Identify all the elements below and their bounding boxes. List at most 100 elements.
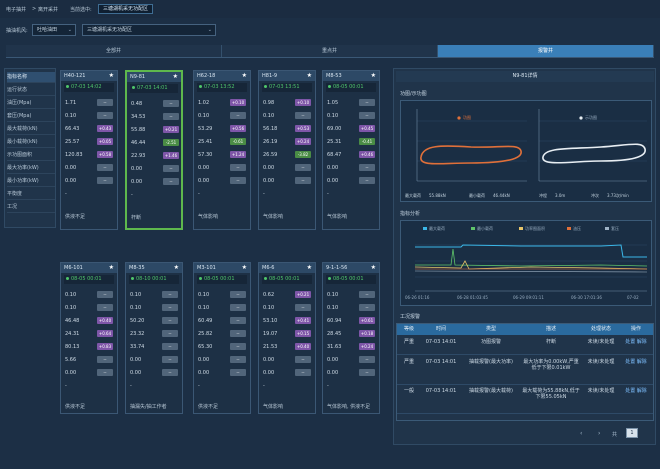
delta-badge: -- xyxy=(97,99,113,106)
chart-legend: 最小载荷 xyxy=(477,226,493,231)
well-condition: 气体影响 xyxy=(263,214,284,220)
star-icon[interactable]: ★ xyxy=(307,263,312,273)
delta-badge: +0.45 xyxy=(359,125,375,132)
alarm-table: 等级 时间 类型 描述 处理状态 操作 严重 07-03 14:01 功图报警 杆断未… xyxy=(396,323,654,421)
alarm-cell-type: 功图报警 xyxy=(480,339,501,345)
alarm-row[interactable]: 严重 07-03 14:01 功图报警 杆断 未读/未处理 处置 解除 xyxy=(397,337,653,355)
metric-value: 0.10 xyxy=(65,292,77,298)
x-tick-label: 06-30 17:01:36 xyxy=(571,295,602,300)
well-card[interactable]: H62-18 ★ 07-03 13:52 1.02 +0.10 0.10 -- 53.29 +0… xyxy=(193,70,251,230)
well-card[interactable]: H40-121 ★ 07-03 14:02 1.71 -- 0.10 -- 66.43 +0.4… xyxy=(60,70,118,230)
metric-value: 0.10 xyxy=(263,113,275,119)
metric-value: 69.00 xyxy=(327,126,342,132)
chart-legend: 套压 xyxy=(611,226,619,231)
delta-badge: -- xyxy=(162,291,178,298)
area-select[interactable]: 三塘湖机采无功配区 ⌄ xyxy=(82,24,216,36)
well-card-time: 08-05 00:01 xyxy=(197,275,247,284)
delta-badge: +0.21 xyxy=(163,126,179,133)
well-card[interactable]: M6-101 ★ 08-05 00:01 0.10 -- 0.10 -- 46.48 +0.40… xyxy=(60,262,118,414)
alarm-cell-desc: 最大载荷为55.88kN,低于下限55.05kN xyxy=(522,388,580,400)
metric-value: 0.10 xyxy=(198,113,210,119)
star-icon[interactable]: ★ xyxy=(371,71,376,81)
well-card-time-text: 07-03 14:01 xyxy=(137,85,168,91)
well-card-time: 07-03 13:52 xyxy=(197,83,247,92)
area-select-value: 三塘湖机采无功配区 xyxy=(87,27,133,33)
prev-page-button[interactable]: ‹ xyxy=(580,430,582,437)
chart-legend: 功率图面积 xyxy=(525,226,545,231)
metric-value: 0.00 xyxy=(198,178,210,184)
alarm-cell-level: 一般 xyxy=(403,388,414,394)
star-icon[interactable]: ★ xyxy=(109,263,114,273)
metric-label: 最大载荷(kN) xyxy=(7,124,55,135)
well-condition: 气体影响 xyxy=(263,404,284,410)
well-card[interactable]: M6-6 ★ 08-05 00:01 0.62 +0.21 0.10 -- 53.10 +0.4… xyxy=(258,262,316,414)
metric-value: 60.94 xyxy=(327,318,342,324)
metric-value: 0.00 xyxy=(327,178,339,184)
metric-value: 0.10 xyxy=(327,292,339,298)
delta-badge: -- xyxy=(97,304,113,311)
star-icon[interactable]: ★ xyxy=(109,71,114,81)
well-card[interactable]: M8-53 ★ 08-05 00:01 1.05 -- 0.10 -- 69.00 +0.45 2… xyxy=(322,70,380,230)
metric-value: 46.48 xyxy=(65,318,80,324)
star-icon[interactable]: ★ xyxy=(242,71,247,81)
metric-value: 53.10 xyxy=(263,318,278,324)
alarm-row[interactable]: 一般 07-03 14:01 抽载报警(最大载荷) 最大载荷为55.88kN,低于下限… xyxy=(397,386,653,414)
delta-badge: -- xyxy=(162,356,178,363)
metric-value: 19.07 xyxy=(263,331,278,337)
metric-label: 最小功率(kW) xyxy=(7,176,55,187)
status-dot-icon xyxy=(132,86,135,89)
delta-badge: -- xyxy=(359,177,375,184)
well-card[interactable]: 9-1-1-56 ★ 08-05 00:01 0.10 -- 0.10 -- 60.94 +0.… xyxy=(322,262,380,414)
column-header: 类型 xyxy=(485,326,496,332)
well-card-time-text: 07-03 13:51 xyxy=(269,84,300,90)
alarm-actions-link[interactable]: 处置 解除 xyxy=(621,359,651,365)
star-icon[interactable]: ★ xyxy=(371,263,376,273)
tab-key[interactable]: 重点井 xyxy=(222,45,438,57)
well-card[interactable]: N9-81 ★ 07-03 14:01 0.48 -- 34.53 -- 55.88 +0.21… xyxy=(125,70,183,230)
delta-badge: -- xyxy=(295,356,311,363)
alarm-actions-link[interactable]: 处置 解除 xyxy=(621,339,651,345)
metric-label-panel: 指标名称 运行状态 油压(Mpa) 套压(Mpa) 最大载荷(kN) 最小载荷(… xyxy=(4,68,56,228)
pager-total-label: 共 xyxy=(612,432,618,438)
metric-value: 0.10 xyxy=(65,113,77,119)
star-icon[interactable]: ★ xyxy=(174,263,179,273)
well-card[interactable]: M3-101 ★ 08-05 00:01 0.10 -- 0.10 -- 60.49 -- 25.… xyxy=(193,262,251,414)
oilfield-select[interactable]: 吐哈油田 ⌄ xyxy=(32,24,76,36)
next-page-button[interactable]: › xyxy=(598,430,600,437)
breadcrumb-item[interactable]: 离开采井 xyxy=(38,6,58,13)
well-condition: 气体影响 xyxy=(198,214,219,220)
alarm-cell-level: 严重 xyxy=(403,359,414,365)
delta-badge: -- xyxy=(359,112,375,119)
alarm-actions-link[interactable]: 处置 解除 xyxy=(621,388,651,394)
star-icon[interactable]: ★ xyxy=(307,71,312,81)
tab-alarm[interactable]: 报警井 xyxy=(438,45,654,57)
delta-badge: -- xyxy=(295,112,311,119)
metric-value: 66.43 xyxy=(65,126,80,132)
metric-value: 0.00 xyxy=(131,179,143,185)
well-card[interactable]: M8-35 ★ 08-10 00:01 0.10 -- 0.10 -- 50.20 -- 23.3… xyxy=(125,262,183,414)
legend-dot xyxy=(579,116,583,120)
oilfield-select-value: 吐哈油田 xyxy=(37,27,58,33)
page-number[interactable]: 1 xyxy=(626,428,638,438)
dynagraph-loop-white xyxy=(542,143,646,164)
delta-badge: -- xyxy=(359,291,375,298)
star-icon[interactable]: ★ xyxy=(173,72,178,82)
column-header: 等级 xyxy=(403,326,414,332)
breadcrumb-item[interactable]: 电子抽井 xyxy=(6,6,26,13)
metric-value: 1.71 xyxy=(65,100,77,106)
chart-legend: 示功图 xyxy=(585,115,597,120)
metric-value: 0.62 xyxy=(263,292,275,298)
metric-value: - xyxy=(263,191,265,197)
star-icon[interactable]: ★ xyxy=(242,263,247,273)
metric-value: 0.48 xyxy=(131,101,143,107)
delta-badge: -- xyxy=(295,369,311,376)
alarm-cell-status: 未读/未处理 xyxy=(587,359,615,365)
well-card[interactable]: H81-9 ★ 07-03 13:51 0.98 +0.10 0.10 -- 56.18 +0.… xyxy=(258,70,316,230)
metric-value: - xyxy=(65,383,67,389)
delta-badge: +0.15 xyxy=(295,330,311,337)
tab-all[interactable]: 全部井 xyxy=(6,45,222,57)
delta-badge: -- xyxy=(359,356,375,363)
legend-swatch xyxy=(519,227,523,230)
well-card-time: 07-03 14:01 xyxy=(130,84,178,93)
alarm-row[interactable]: 严重 07-03 14:01 抽载报警(最大功率) 最大功率为0.00kW,严重低于下… xyxy=(397,357,653,385)
